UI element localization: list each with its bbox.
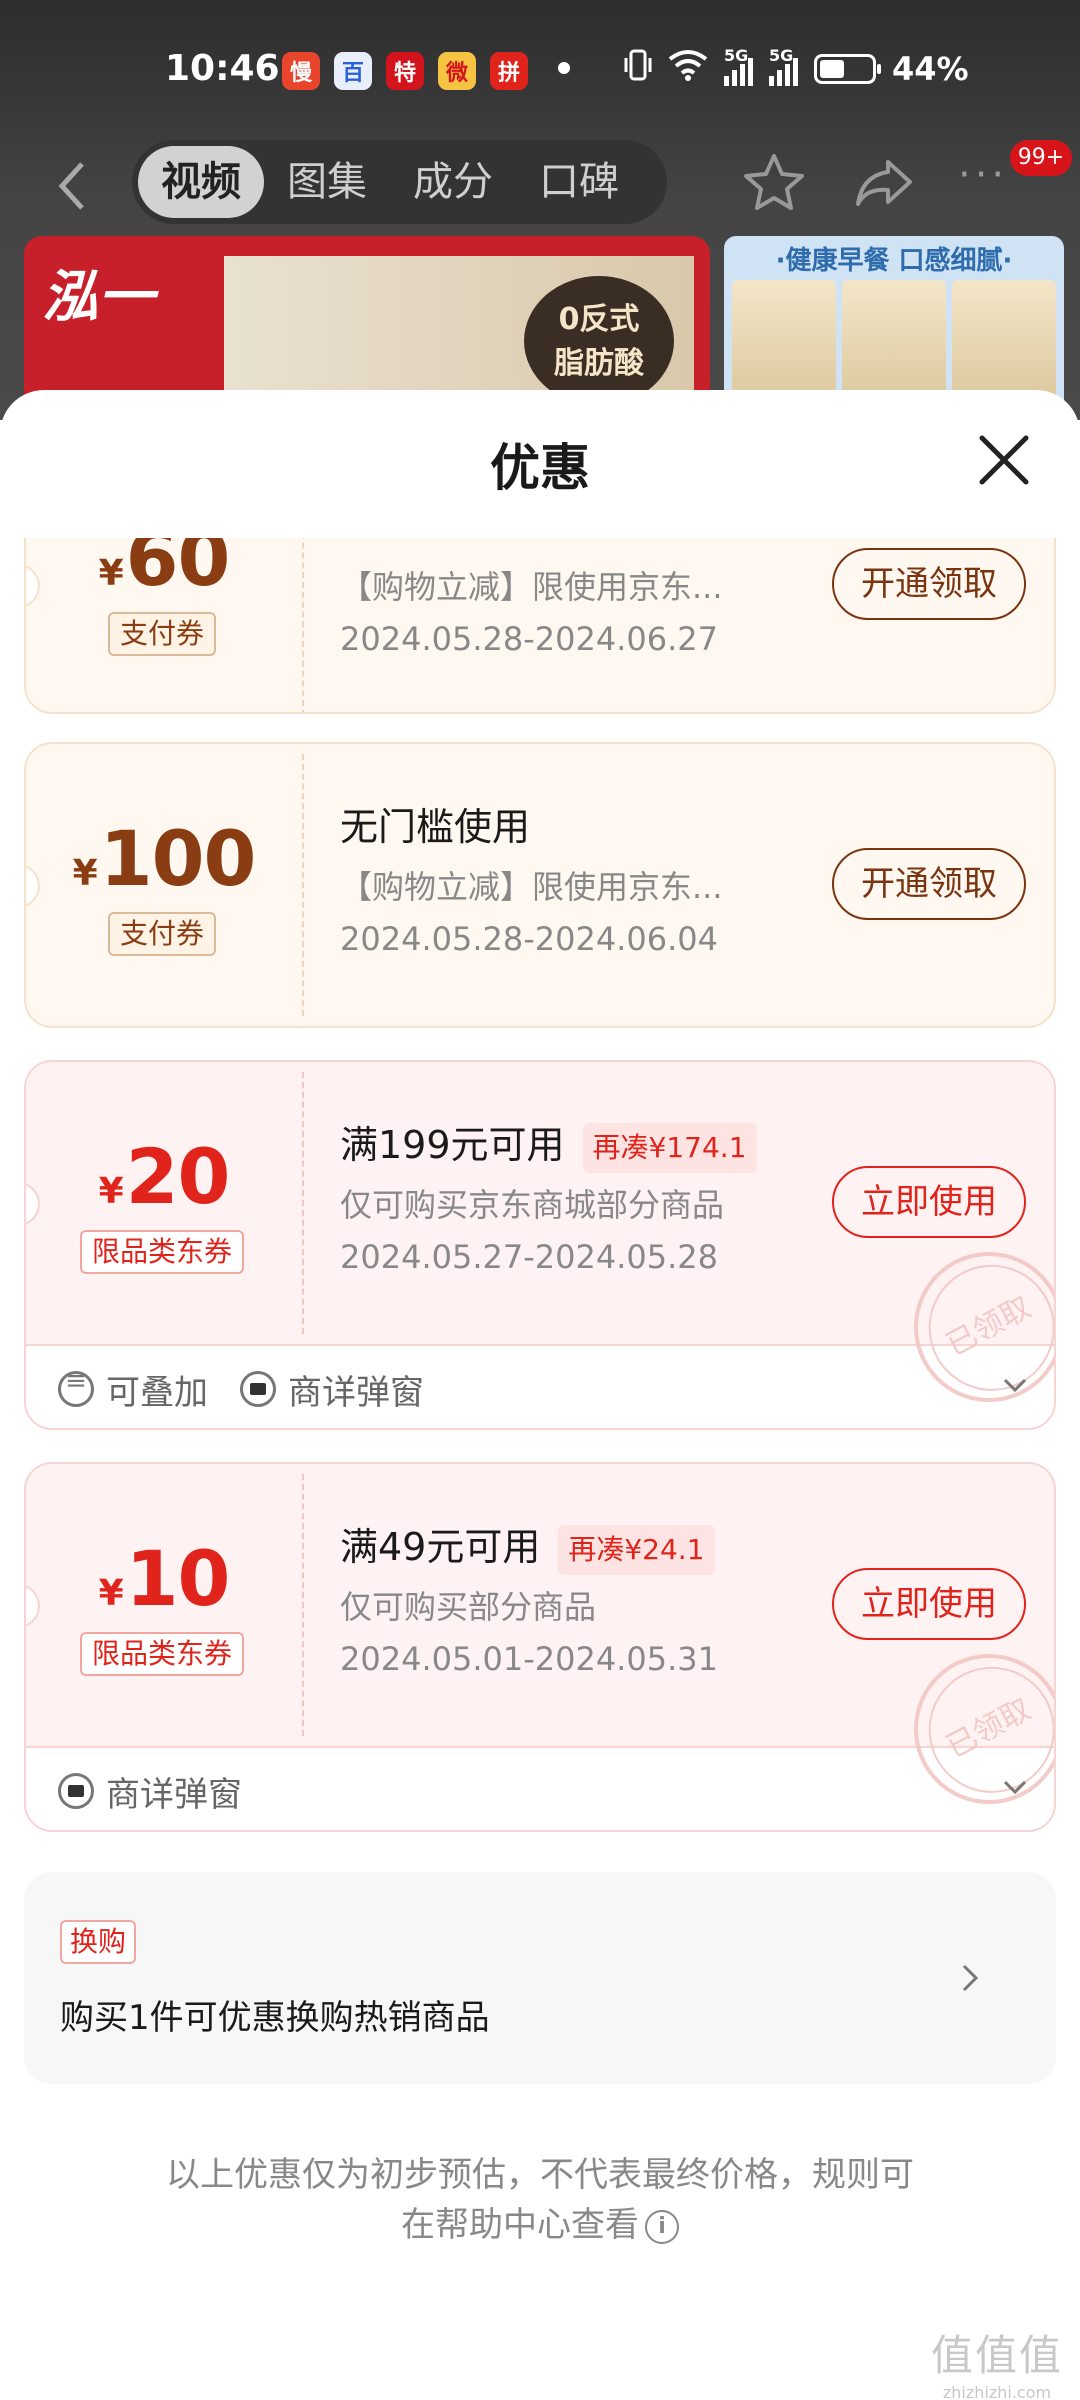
coupon-desc: 【购物立减】限使用京东... [340,568,723,606]
coupon-date: 2024.05.28-2024.06.04 [340,920,718,958]
coupon-footer[interactable]: 商详弹窗 [26,1750,1054,1830]
coupon-amount: ¥20 [98,1132,231,1221]
wifi-icon [668,49,708,89]
favorite-star-icon[interactable] [742,150,806,214]
coupon-date: 2024.05.27-2024.05.28 [340,1238,718,1276]
baidu-notification-icon: 百 [334,52,372,90]
product-nav-bar: 视频 图集 成分 口碑 ··· 99+ [0,140,1080,236]
coupon-divider [302,538,304,712]
badge-line-2: 脂肪酸 [554,346,644,381]
disclaimer-line-1: 以上优惠仅为初步预估，不代表最终价格，规则可 [166,2155,914,2195]
coupon-desc: 【购物立减】限使用京东... [340,868,723,906]
coupon-main: ¥60 支付券 【购物立减】限使用京东... 2024.05.28-2024.0… [26,538,1054,712]
use-now-button[interactable]: 立即使用 [832,1568,1026,1640]
signal-5g-icon-1: 5G [724,46,753,86]
coupon-threshold: 满49元可用 [340,1525,541,1569]
coupon-type-tag: 限品类东券 [80,1230,245,1274]
coupon-divider [302,1474,304,1736]
more-menu-icon[interactable]: ··· [958,152,1008,198]
tab-ingredients[interactable]: 成分 [390,146,516,218]
coupon-card: ¥60 支付券 【购物立减】限使用京东... 2024.05.28-2024.0… [24,538,1056,714]
chevron-right-icon [954,1958,988,1998]
tab-reviews[interactable]: 口碑 [516,146,642,218]
tab-video[interactable]: 视频 [138,146,264,218]
coupon-title: 满199元可用 再凑¥174.1 [340,1114,757,1173]
coupon-divider [302,1072,304,1334]
watermark-logo: 值值值 [930,2331,1063,2380]
status-right: 5G 5G 44% [624,46,969,90]
coupon-date: 2024.05.01-2024.05.31 [340,1640,718,1678]
coupon-title: 无门槛使用 [340,805,531,849]
coupon-type-tag: 支付券 [108,912,217,956]
badge-line-1: 0反式 [558,302,640,337]
coupon-main: ¥10 限品类东券 满49元可用 再凑¥24.1 仅可购买部分商品 2024.05… [26,1464,1054,1830]
tab-gallery[interactable]: 图集 [264,146,390,218]
coupon-threshold: 满199元可用 [340,1123,565,1167]
popup-window-icon [240,1371,276,1407]
disclaimer-line-2: 在帮助中心查看 i [120,2200,960,2250]
coupon-card: ¥10 限品类东券 满49元可用 再凑¥24.1 仅可购买部分商品 2024.05… [24,1462,1056,1832]
close-icon[interactable] [976,432,1032,488]
banner-slogan: ·健康早餐 口感细腻· [775,246,1013,276]
still-need-tag: 再凑¥24.1 [558,1524,715,1575]
nav-tabs: 视频 图集 成分 口碑 [132,140,667,224]
status-app-icons: 慢 百 特 微 拼 [282,52,528,90]
coupon-divider [302,754,304,1016]
swap-purchase-card[interactable]: 换购 购买1件可优惠换购热销商品 [24,1872,1056,2084]
coupon-amount: ¥100 [72,814,257,903]
coupon-list[interactable]: ¥60 支付券 【购物立减】限使用京东... 2024.05.28-2024.0… [0,538,1080,2400]
coupon-type-tag: 限品类东券 [80,1632,245,1676]
coupon-footer[interactable]: 可叠加 商详弹窗 [26,1348,1054,1428]
watermark-url: zhizhizhi.com [942,2383,1052,2400]
sheet-title: 优惠 [490,439,590,497]
coupon-card: ¥100 支付券 无门槛使用 【购物立减】限使用京东... 2024.05.28… [24,742,1056,1028]
trans-fat-badge: 0反式 脂肪酸 [524,276,674,406]
coupon-amount: ¥60 [98,538,231,603]
message-badge: 99+ [1010,140,1072,176]
pdd-notification-icon: 拼 [490,52,528,90]
tejia-notification-icon: 特 [386,52,424,90]
detail-popup-label: 商详弹窗 [58,1767,242,1816]
status-bar: 10:46 慢 百 特 微 拼 5G 5G 44% [0,0,1080,140]
background-page: 10:46 慢 百 特 微 拼 5G 5G 44% 视频 图集 成分 口碑 ··… [0,0,1080,420]
coupon-desc: 仅可购买部分商品 [340,1588,597,1626]
chevron-down-icon[interactable] [1000,1772,1030,1802]
weibo-notification-icon: 微 [438,52,476,90]
signal-5g-icon-2: 5G [769,46,798,86]
popup-window-icon [58,1773,94,1809]
coupon-date: 2024.05.28-2024.06.27 [340,620,718,658]
battery-percent: 44% [892,50,969,88]
discount-sheet: 优惠 ¥60 支付券 【购物立减】限使用京东... 2024.05.28-202… [0,390,1080,2400]
coupon-desc: 仅可购买京东商城部分商品 [340,1186,725,1224]
stackable-label: 可叠加 [58,1365,208,1414]
coupon-main: ¥100 支付券 无门槛使用 【购物立减】限使用京东... 2024.05.28… [26,744,1054,1026]
app-notification-icon: 慢 [282,52,320,90]
activate-claim-button[interactable]: 开通领取 [832,848,1026,920]
activate-claim-button[interactable]: 开通领取 [832,548,1026,620]
brand-logo: 泓一 [42,265,154,330]
disclaimer: 以上优惠仅为初步预估，不代表最终价格，规则可 在帮助中心查看 i [120,2150,960,2250]
share-icon[interactable] [852,150,916,214]
swap-text: 购买1件可优惠换购热销商品 [60,1998,490,2038]
use-now-button[interactable]: 立即使用 [832,1166,1026,1238]
battery-icon [814,54,881,84]
coupon-amount: ¥10 [98,1534,231,1623]
status-time: 10:46 [165,48,280,89]
coupon-main: ¥20 限品类东券 满199元可用 再凑¥174.1 仅可购买京东商城部分商品 2… [26,1062,1054,1428]
swap-tag: 换购 [60,1920,137,1964]
stack-icon [58,1366,94,1407]
still-need-tag: 再凑¥174.1 [582,1122,757,1173]
site-watermark: 值值值 zhizhizhi.com [922,2322,1072,2400]
chevron-down-icon[interactable] [1000,1370,1030,1400]
detail-popup-label: 商详弹窗 [240,1365,424,1414]
coupon-title: 满49元可用 再凑¥24.1 [340,1516,715,1575]
coupon-card: ¥20 限品类东券 满199元可用 再凑¥174.1 仅可购买京东商城部分商品 2… [24,1060,1056,1430]
info-icon[interactable]: i [645,2209,679,2244]
back-arrow-icon[interactable] [52,158,102,218]
coupon-type-tag: 支付券 [108,612,217,656]
vibrate-icon [624,48,652,90]
more-notifications-dot [558,62,570,74]
